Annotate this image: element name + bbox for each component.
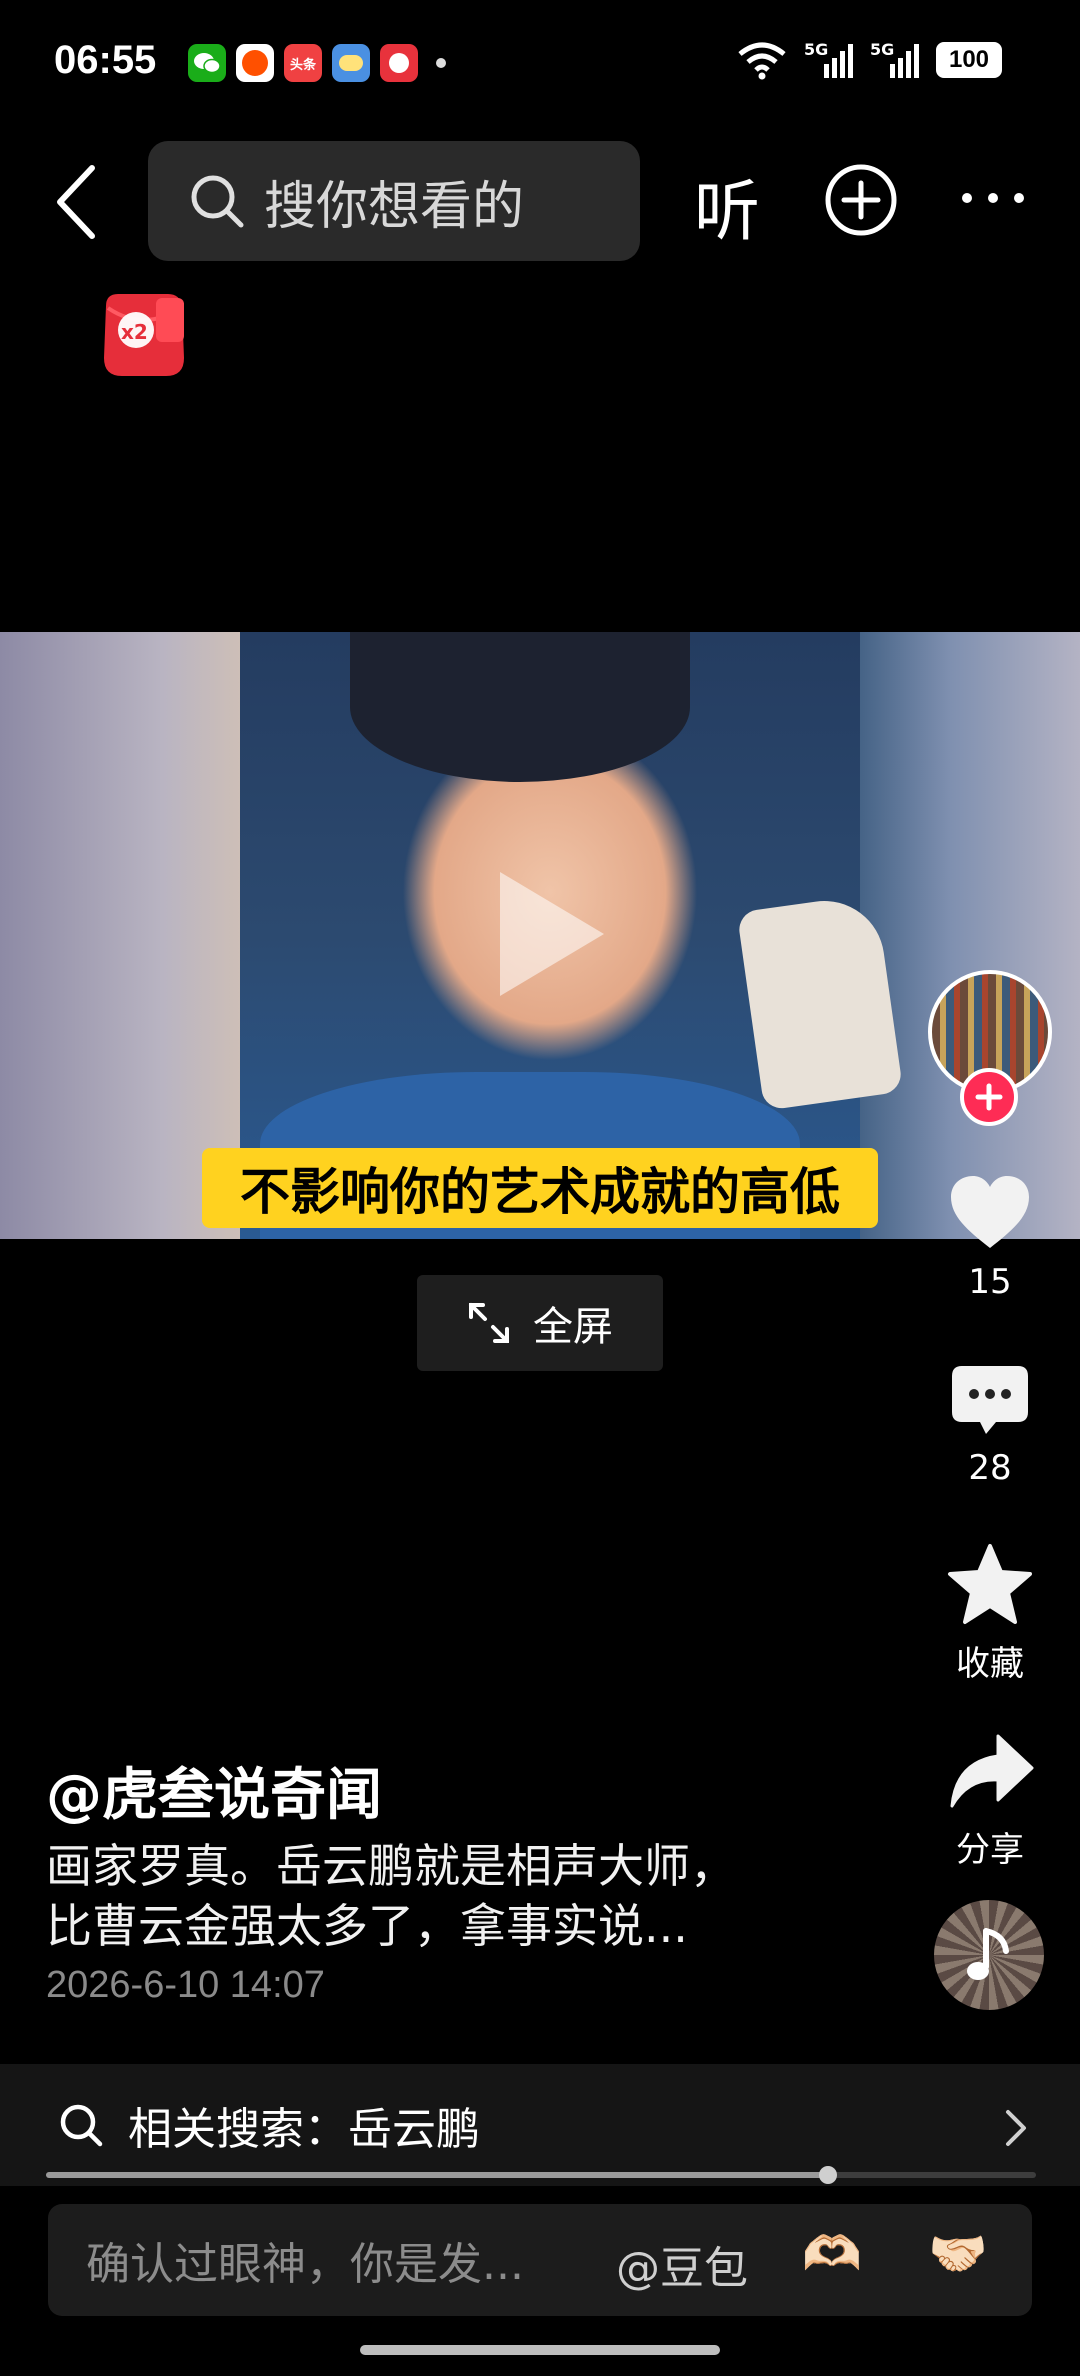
more-notifications-dot <box>436 58 446 68</box>
plus-circle-icon <box>825 164 897 236</box>
heart-hands-emoji-button[interactable]: 🫶🏻 <box>802 2230 862 2278</box>
status-bar: 06:55 头条 5G 5G 100 <box>0 0 1080 130</box>
mention-doubao-button[interactable]: @豆包 <box>616 2232 748 2296</box>
share-arrow-icon <box>950 1734 1034 1808</box>
video-hair <box>350 632 690 782</box>
notification-icons: 头条 <box>188 44 446 82</box>
play-icon[interactable] <box>500 872 604 996</box>
progress-fill <box>46 2172 829 2178</box>
music-disc[interactable] <box>934 1900 1044 2010</box>
related-search-label: 相关搜索：岳云鹏 <box>128 2104 480 2155</box>
video-subtitle: 不影响你的艺术成就的高低 <box>202 1148 878 1228</box>
5g-signal-icon: 5G <box>804 40 854 80</box>
music-note-icon <box>967 1928 1009 1980</box>
wifi-icon <box>738 42 786 80</box>
favorite-label: 收藏 <box>956 1644 1024 1684</box>
favorite-button[interactable]: 收藏 <box>930 1542 1050 1685</box>
comment-button[interactable]: 28 <box>930 1362 1050 1488</box>
search-icon <box>191 175 244 228</box>
back-button[interactable] <box>48 160 108 244</box>
share-button[interactable]: 分享 <box>930 1732 1050 1871</box>
description-line-2: 比曹云金强太多了，拿事实说... <box>46 1899 688 1953</box>
like-button[interactable]: 15 <box>930 1172 1050 1302</box>
listen-button[interactable]: 听 <box>694 158 760 254</box>
battery-icon: 100 <box>936 42 1002 78</box>
post-description[interactable]: 画家罗真。岳云鹏就是相声大师， 比曹云金强太多了，拿事实说... <box>46 1836 826 1956</box>
author-name[interactable]: @虎叁说奇闻 <box>46 1750 382 1831</box>
wechat-icon <box>188 44 226 82</box>
add-button[interactable] <box>824 163 898 241</box>
heart-icon <box>951 1176 1029 1248</box>
share-label: 分享 <box>956 1830 1024 1870</box>
more-dots-icon <box>962 193 1024 203</box>
comment-icon <box>952 1366 1028 1434</box>
red-packet-button[interactable]: x2 <box>96 288 190 384</box>
toutiao-label: 头条 <box>289 57 316 73</box>
star-icon <box>948 1544 1032 1624</box>
handshake-emoji-button[interactable]: 🤝🏻 <box>928 2230 988 2278</box>
comment-count: 28 <box>968 1448 1012 1488</box>
chevron-right-icon <box>1006 2110 1026 2146</box>
post-time: 2026-6-10 14:07 <box>46 1964 325 2006</box>
fullscreen-button[interactable]: 全屏 <box>417 1275 663 1371</box>
5g-signal-icon: 5G <box>870 40 920 80</box>
game-icon <box>380 44 418 82</box>
video-progress-bar[interactable] <box>46 2166 1036 2184</box>
system-icons: 5G 5G 100 <box>736 40 1002 80</box>
taobao-icon <box>236 44 274 82</box>
fullscreen-label: 全屏 <box>533 1304 613 1350</box>
more-button[interactable] <box>960 190 1026 209</box>
plus-icon <box>975 1083 1003 1111</box>
description-line-1: 画家罗真。岳云鹏就是相声大师， <box>46 1839 736 1893</box>
follow-button[interactable] <box>960 1068 1018 1126</box>
progress-knob[interactable] <box>819 2166 838 2184</box>
related-search-bar[interactable]: 相关搜索：岳云鹏 <box>0 2064 1080 2186</box>
search-icon <box>60 2104 103 2147</box>
status-time: 06:55 <box>54 38 157 82</box>
like-count: 15 <box>968 1262 1012 1302</box>
search-placeholder: 搜你想看的 <box>264 176 525 237</box>
video-fan <box>736 893 904 1111</box>
video-player[interactable]: 不影响你的艺术成就的高低 <box>0 632 1080 1239</box>
weather-icon <box>332 44 370 82</box>
expand-icon <box>469 1303 509 1343</box>
search-input[interactable]: 搜你想看的 <box>148 141 640 261</box>
comment-input[interactable]: 确认过眼神，你是发... @豆包 🫶🏻 🤝🏻 <box>48 2204 1032 2316</box>
home-indicator[interactable] <box>360 2345 720 2355</box>
chevron-left-icon <box>57 165 95 239</box>
toutiao-icon: 头条 <box>284 44 322 82</box>
multiplier-badge: x2 <box>121 320 148 344</box>
comment-placeholder: 确认过眼神，你是发... <box>86 2239 524 2290</box>
